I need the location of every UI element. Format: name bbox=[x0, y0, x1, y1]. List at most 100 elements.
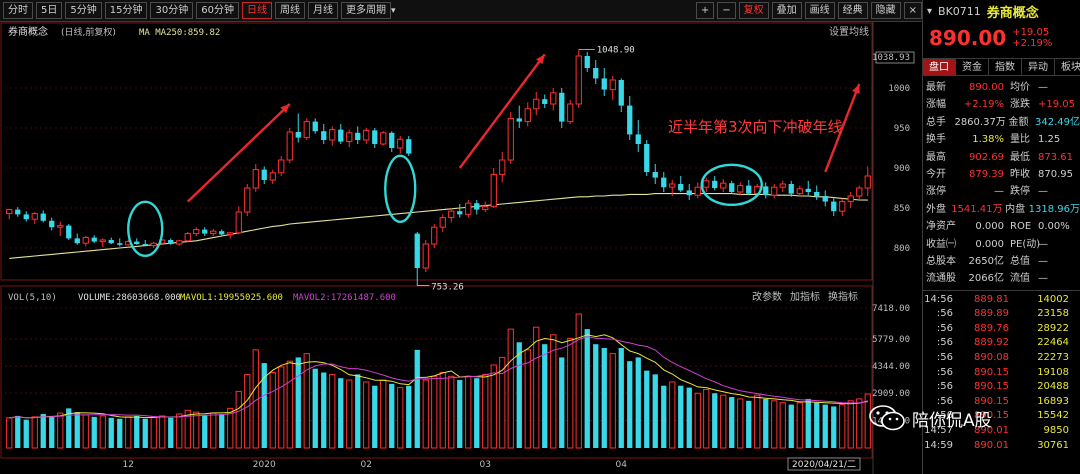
quote-row: 收益㈠ 0.000 PE(动) — bbox=[926, 236, 1080, 253]
tick-time: :56 bbox=[936, 337, 953, 349]
toolbar-button[interactable]: − bbox=[717, 2, 736, 19]
period-button[interactable]: 15分钟 bbox=[104, 2, 148, 19]
candle-body bbox=[219, 231, 225, 235]
candle-body bbox=[303, 121, 310, 139]
candle-body bbox=[831, 201, 837, 212]
mavol1-value: MAVOL1:19955025.600 bbox=[180, 293, 283, 303]
chart-mode: (日线,前复权) bbox=[61, 26, 116, 38]
quote-tab[interactable]: 异动 bbox=[1022, 59, 1055, 75]
price-tick-label: 850 bbox=[894, 204, 910, 214]
period-button[interactable]: 日线 bbox=[241, 2, 272, 19]
volume-bar bbox=[15, 415, 21, 448]
candle-body bbox=[465, 202, 472, 215]
quote-tab[interactable]: 资金 bbox=[956, 59, 989, 75]
quote-label: 量比 bbox=[1010, 134, 1030, 146]
quote-value: 2650亿 bbox=[968, 255, 1004, 267]
volume-bar bbox=[355, 374, 361, 448]
volume-tick-label: 7418.00 bbox=[872, 304, 910, 314]
volume-bar bbox=[737, 398, 744, 449]
quote-tab[interactable]: 盘口 bbox=[923, 59, 956, 75]
quote-tab[interactable]: 指数 bbox=[989, 59, 1022, 75]
candle-body bbox=[737, 185, 744, 193]
candle-body bbox=[184, 233, 191, 242]
volume-bar bbox=[406, 385, 412, 448]
dropdown-icon[interactable]: ▾ bbox=[927, 6, 932, 17]
tick-price: 889.89 bbox=[974, 308, 1009, 320]
volume-bar bbox=[533, 326, 540, 449]
candle-body bbox=[796, 188, 803, 195]
toolbar-button[interactable]: 隐藏 bbox=[870, 2, 901, 19]
candle-body bbox=[406, 139, 412, 154]
candle-body bbox=[252, 169, 259, 189]
quote-value: — bbox=[1038, 82, 1048, 93]
period-button[interactable]: 5分钟 bbox=[65, 2, 102, 19]
volume-bar bbox=[788, 404, 794, 448]
volume-bar bbox=[627, 361, 633, 448]
candle-body bbox=[550, 92, 557, 105]
quote-tab[interactable]: 板块 bbox=[1055, 59, 1080, 75]
candle-body bbox=[74, 238, 80, 244]
quote-value: 2860.37万 bbox=[954, 116, 1006, 128]
candle-body bbox=[864, 175, 871, 189]
period-button[interactable]: 5日 bbox=[36, 2, 63, 19]
volume-bar bbox=[567, 338, 574, 449]
price-tick-label: 950 bbox=[894, 124, 910, 134]
candle-body bbox=[193, 229, 200, 235]
candle-body bbox=[644, 144, 650, 172]
candle-body bbox=[278, 159, 285, 174]
toolbar-button[interactable]: + bbox=[695, 2, 715, 19]
volume-bar bbox=[763, 398, 769, 448]
volume-bar bbox=[678, 385, 684, 448]
toolbar-button[interactable]: 画线 bbox=[804, 2, 835, 19]
tick-time: :56 bbox=[936, 352, 953, 364]
chevron-down-icon[interactable]: ▾ bbox=[391, 6, 396, 16]
volume-bar bbox=[482, 373, 489, 449]
candle-body bbox=[839, 201, 846, 212]
period-button[interactable]: 更多周期 bbox=[340, 2, 391, 19]
quote-value: 0.000 bbox=[975, 238, 1004, 250]
quote-value: +19.05 bbox=[1038, 99, 1076, 111]
volume-bar bbox=[669, 381, 676, 449]
period-button[interactable]: 月线 bbox=[307, 2, 338, 19]
tick-row: 14:56 889.81 14002 bbox=[923, 293, 1080, 308]
watermark-text: 陪你侃A股 bbox=[912, 410, 992, 431]
tick-volume: 16893 bbox=[1037, 395, 1069, 407]
quote-value: 342.49亿 bbox=[1035, 116, 1080, 128]
price-tick-label: 900 bbox=[894, 164, 910, 174]
period-button[interactable]: 60分钟 bbox=[196, 2, 239, 19]
candle-body bbox=[355, 132, 361, 140]
price-row: 890.00 +19.05 +2.19% bbox=[923, 22, 1080, 54]
candle-body bbox=[542, 99, 548, 104]
period-button[interactable]: 30分钟 bbox=[150, 2, 194, 19]
volume-tick-label: 5779.00 bbox=[872, 335, 910, 345]
tick-price: 889.76 bbox=[974, 322, 1009, 334]
candle-body bbox=[584, 56, 590, 68]
price-max-label: 1038.93 bbox=[872, 53, 910, 63]
period-button[interactable]: 周线 bbox=[274, 2, 305, 19]
quote-panel: ▾ BK0711 券商概念 890.00 +19.05 +2.19% 盘口 资金指… bbox=[922, 0, 1080, 474]
period-button[interactable]: 分时 bbox=[3, 2, 33, 19]
candle-body bbox=[23, 214, 29, 220]
chart-area: 1048.90 753.26 近半年第3次向下冲破年线 800 850 900 950 10… bbox=[0, 22, 922, 474]
close-icon[interactable]: × bbox=[903, 2, 922, 19]
volume-bar bbox=[448, 375, 455, 449]
candle-body bbox=[431, 226, 438, 245]
candle-body bbox=[15, 209, 21, 215]
candle-body bbox=[669, 183, 676, 188]
volume-bar bbox=[847, 400, 854, 449]
toolbar-button[interactable]: 经典 bbox=[837, 2, 868, 19]
tick-price: 889.81 bbox=[974, 293, 1009, 305]
volume-bar bbox=[694, 392, 701, 449]
tick-volume: 14002 bbox=[1037, 293, 1069, 305]
candle-body bbox=[618, 80, 624, 106]
tick-row: :56 890.15 19108 bbox=[923, 366, 1080, 381]
candle-body bbox=[746, 185, 752, 194]
volume-bar bbox=[593, 344, 599, 448]
volume-bar bbox=[6, 417, 13, 449]
candle-body bbox=[134, 241, 140, 244]
toolbar-button[interactable]: 复权 bbox=[738, 2, 769, 19]
volume-bar bbox=[575, 313, 582, 449]
candle-body bbox=[82, 237, 89, 244]
quote-row: 总股本 2650亿 总值 — bbox=[926, 253, 1080, 270]
toolbar-button[interactable]: 叠加 bbox=[771, 2, 802, 19]
